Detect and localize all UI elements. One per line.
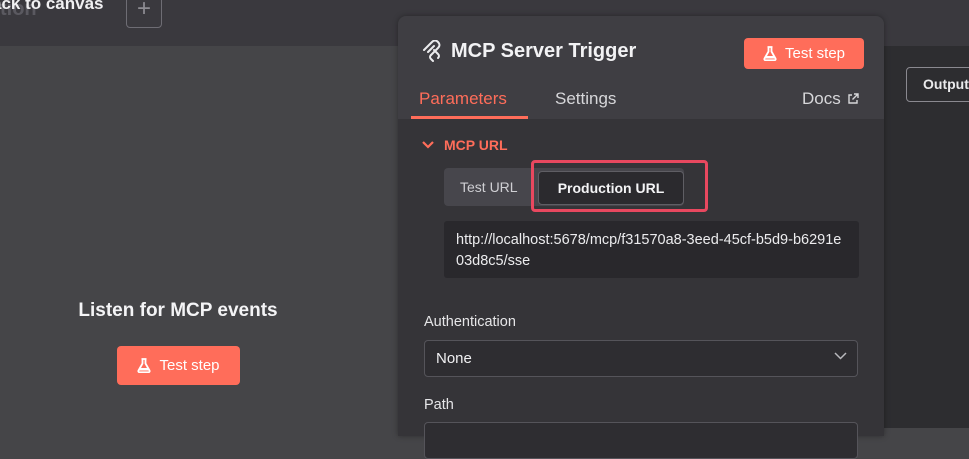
chevron-down-icon (422, 141, 434, 149)
plus-icon: + (136, 0, 151, 22)
tab-parameters[interactable]: Parameters (419, 89, 507, 109)
listen-title: Listen for MCP events (78, 300, 278, 321)
authentication-label: Authentication (424, 314, 516, 330)
external-link-icon (848, 93, 859, 104)
docs-link[interactable]: Docs (802, 89, 859, 109)
test-step-label-left: Test step (159, 357, 220, 374)
flask-icon (763, 46, 777, 61)
chevron-down-icon (834, 352, 847, 360)
test-url-option[interactable]: Test URL (460, 179, 518, 195)
webhook-url-display[interactable]: http://localhost:5678/mcp/f31570a8-3eed-… (444, 221, 859, 278)
add-node-button[interactable]: + (126, 0, 162, 28)
highlight-box (531, 160, 708, 212)
node-panel: MCP Server Trigger Test step Parameters … (398, 16, 884, 459)
authentication-select[interactable]: None (424, 340, 858, 377)
mcp-logo-icon (423, 40, 441, 62)
test-step-button[interactable]: Test step (744, 38, 864, 69)
node-title: MCP Server Trigger (451, 40, 637, 62)
back-to-canvas-link[interactable]: ack to canvas (0, 0, 104, 14)
flask-icon (137, 358, 152, 373)
test-step-label: Test step (784, 45, 846, 62)
path-label: Path (424, 397, 454, 413)
tab-settings[interactable]: Settings (555, 89, 616, 109)
output-pane (884, 46, 969, 428)
test-step-button-left[interactable]: Test step (117, 346, 240, 385)
authentication-value: None (436, 350, 472, 367)
output-pane-top (884, 36, 969, 46)
docs-label: Docs (802, 89, 841, 108)
active-tab-indicator (411, 116, 528, 119)
section-label: MCP URL (444, 137, 508, 153)
output-button[interactable]: Output (906, 67, 969, 102)
mcp-url-section-toggle[interactable]: MCP URL (422, 137, 508, 153)
